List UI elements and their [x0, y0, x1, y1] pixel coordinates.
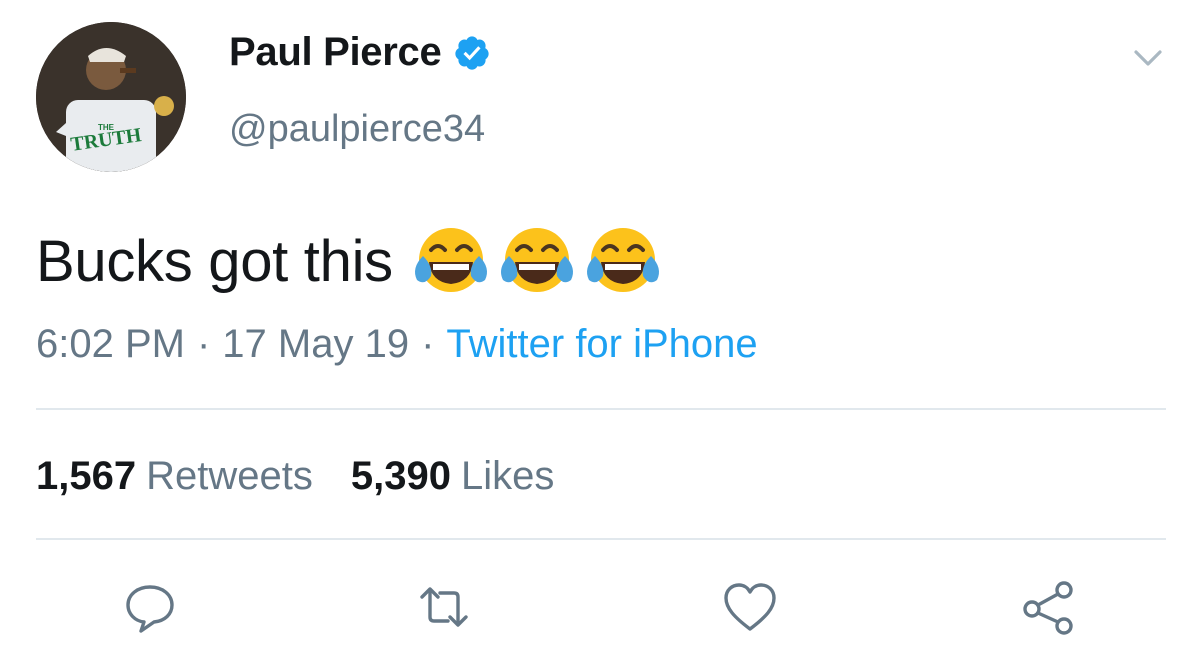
- share-button[interactable]: [1016, 575, 1080, 639]
- face-with-tears-of-joy-icon: [497, 222, 577, 300]
- retweets-count: 1,567: [36, 454, 137, 498]
- avatar[interactable]: THE TRUTH: [36, 22, 186, 172]
- chevron-down-icon[interactable]: [1130, 40, 1166, 76]
- tweet-text-body: Bucks got this: [36, 228, 393, 294]
- display-name[interactable]: Paul Pierce: [229, 30, 442, 75]
- reply-icon: [126, 585, 174, 633]
- heart-icon: [724, 583, 776, 631]
- tweet-source-link[interactable]: Twitter for iPhone: [446, 322, 757, 366]
- tweet-actions: [0, 575, 1200, 645]
- divider: [36, 538, 1166, 540]
- tweet-card: THE TRUTH Paul Pierce @paulpierce34 Buck…: [0, 0, 1200, 672]
- like-button[interactable]: [718, 575, 782, 639]
- tweet-text: Bucks got this: [36, 222, 663, 300]
- retweets-stat[interactable]: 1,567 Retweets: [36, 454, 313, 499]
- meta-separator: ·: [196, 322, 211, 366]
- likes-count: 5,390: [350, 454, 451, 498]
- user-handle[interactable]: @paulpierce34: [229, 108, 485, 151]
- face-with-tears-of-joy-icon: [411, 222, 491, 300]
- likes-label: Likes: [460, 454, 555, 498]
- tweet-stats: 1,567 Retweets 5,390 Likes: [36, 454, 554, 499]
- author-name-row[interactable]: Paul Pierce: [229, 30, 491, 75]
- retweet-icon: [420, 587, 468, 627]
- meta-separator: ·: [421, 322, 435, 366]
- likes-stat[interactable]: 5,390 Likes: [351, 454, 555, 499]
- verified-badge-icon: [453, 34, 491, 72]
- tweet-date[interactable]: 17 May 19: [222, 322, 409, 366]
- tweet-meta: 6:02 PM · 17 May 19 · Twitter for iPhone: [36, 322, 758, 367]
- avatar-image: THE TRUTH: [36, 22, 186, 172]
- tweet-time[interactable]: 6:02 PM: [36, 322, 185, 366]
- share-icon: [1023, 581, 1073, 635]
- divider: [36, 408, 1166, 410]
- retweet-button[interactable]: [412, 575, 476, 639]
- face-with-tears-of-joy-icon: [583, 222, 663, 300]
- reply-button[interactable]: [118, 575, 182, 639]
- retweets-label: Retweets: [146, 454, 313, 498]
- emoji-group: [411, 222, 663, 300]
